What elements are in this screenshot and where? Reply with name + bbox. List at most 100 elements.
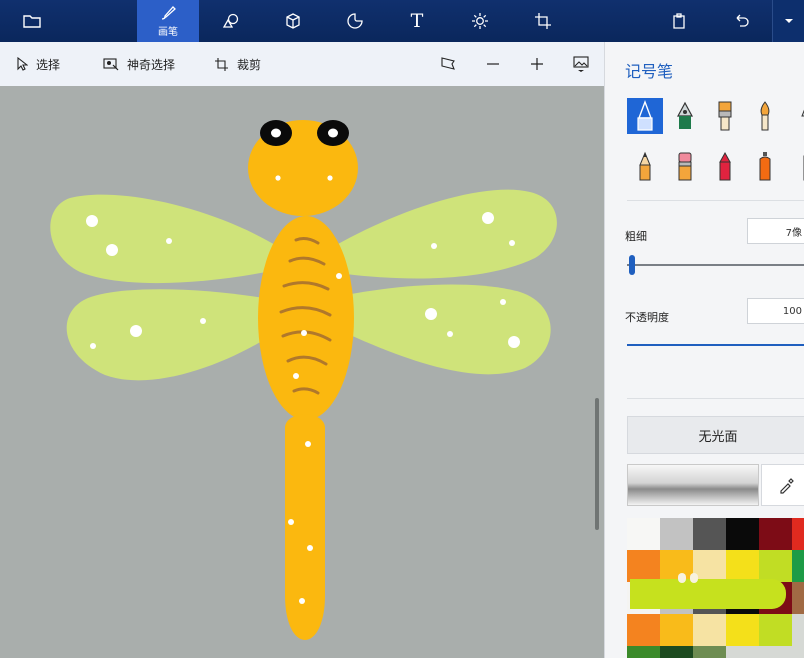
selection-toolbar: 选择 神奇选择 裁剪: [0, 42, 604, 87]
shapes-icon: [222, 13, 239, 28]
pencil-brush[interactable]: [627, 148, 663, 184]
eyedropper-button[interactable]: [761, 464, 804, 506]
text-tab[interactable]: T: [404, 0, 430, 42]
opacity-slider[interactable]: [627, 344, 804, 346]
watercolor-brush[interactable]: [747, 98, 783, 134]
image-options-button[interactable]: [573, 42, 597, 86]
crayon-brush[interactable]: [707, 148, 743, 184]
color-swatch[interactable]: [693, 614, 726, 646]
minus-icon: [487, 63, 499, 65]
color-swatch[interactable]: [726, 646, 759, 658]
crop-button[interactable]: 裁剪: [214, 42, 261, 86]
current-color-preview: [627, 464, 759, 506]
color-swatch[interactable]: [759, 646, 792, 658]
panel-title: 记号笔: [625, 62, 674, 81]
oil-brush-icon: [718, 101, 732, 131]
color-swatch[interactable]: [660, 646, 693, 658]
magic-select-button[interactable]: 神奇选择: [103, 42, 175, 86]
text-icon: T: [410, 10, 424, 32]
eraser-brush[interactable]: [667, 148, 703, 184]
top-toolbar: 画笔 T: [0, 0, 804, 42]
color-swatch[interactable]: [693, 646, 726, 658]
paste-button[interactable]: [666, 0, 692, 42]
more-button[interactable]: [772, 0, 804, 42]
brush-panel: 记号笔 粗细 7像 不透明度 100 无光面: [604, 42, 804, 658]
undo-button[interactable]: [728, 0, 754, 42]
eyedropper-icon: [780, 478, 794, 494]
crop-icon: [535, 13, 551, 29]
color-swatch[interactable]: [627, 518, 660, 550]
color-picker-overlay: [630, 573, 786, 609]
color-swatch[interactable]: [792, 518, 804, 550]
watercolor-icon: [760, 101, 770, 131]
opacity-label: 不透明度: [625, 311, 669, 324]
color-swatch[interactable]: [759, 550, 792, 582]
color-swatch[interactable]: [759, 518, 792, 550]
divider: [627, 398, 804, 399]
color-swatch[interactable]: [726, 518, 759, 550]
calligraphy-pen-icon: [676, 101, 694, 129]
flag-icon: [441, 57, 455, 70]
oil-brush[interactable]: [707, 98, 743, 134]
color-swatch[interactable]: [792, 614, 804, 646]
view-3d-button[interactable]: [440, 42, 464, 86]
color-swatch[interactable]: [660, 518, 693, 550]
2d-shapes-tab[interactable]: [218, 0, 244, 42]
pencil-icon: [639, 151, 651, 181]
color-swatch[interactable]: [627, 646, 660, 658]
crop-icon: [215, 57, 228, 71]
color-swatch[interactable]: [660, 614, 693, 646]
image-icon: [573, 56, 589, 72]
select-button[interactable]: 选择: [16, 42, 60, 86]
thickness-slider-track[interactable]: [627, 264, 804, 266]
fill-icon: [803, 155, 804, 181]
thickness-input[interactable]: 7像: [747, 218, 804, 244]
zoom-in-button[interactable]: [529, 42, 553, 86]
wing-upper-left: [50, 194, 298, 284]
color-swatch[interactable]: [792, 582, 804, 614]
color-swatch[interactable]: [726, 550, 759, 582]
color-swatch[interactable]: [627, 550, 660, 582]
thickness-label: 粗细: [625, 230, 647, 243]
crayon-icon: [719, 151, 731, 181]
marker-brush[interactable]: [627, 98, 663, 134]
marker-icon: [637, 100, 653, 131]
magic-select-icon: [103, 58, 119, 71]
cube-icon: [286, 13, 300, 29]
color-swatch[interactable]: [792, 550, 804, 582]
eraser-icon: [678, 152, 692, 181]
color-swatch[interactable]: [792, 646, 804, 658]
spray-can-brush[interactable]: [747, 148, 783, 184]
color-swatch[interactable]: [726, 614, 759, 646]
brushes-tab[interactable]: 画笔: [137, 0, 199, 42]
color-swatch[interactable]: [660, 550, 693, 582]
sun-icon: [472, 13, 488, 29]
fill-brush[interactable]: [787, 148, 804, 184]
color-swatch[interactable]: [759, 614, 792, 646]
paste-icon: [673, 13, 685, 29]
color-swatch[interactable]: [627, 614, 660, 646]
effects-tab[interactable]: [467, 0, 493, 42]
body: [248, 120, 358, 640]
pixel-pen-brush[interactable]: [787, 98, 804, 134]
zoom-out-button[interactable]: [485, 42, 509, 86]
drawing-canvas[interactable]: [0, 86, 604, 658]
open-menu-button[interactable]: [14, 0, 50, 42]
3d-shapes-tab[interactable]: [280, 0, 306, 42]
thickness-slider-thumb[interactable]: [629, 255, 635, 275]
opacity-input[interactable]: 100: [747, 298, 804, 324]
chevron-down-icon: [785, 19, 793, 23]
finish-button[interactable]: 无光面: [627, 416, 804, 454]
brushes-tab-label: 画笔: [158, 26, 178, 38]
color-swatch[interactable]: [693, 518, 726, 550]
divider: [627, 200, 804, 201]
vertical-scrollbar[interactable]: [595, 398, 599, 530]
cursor-icon: [17, 57, 28, 71]
pixel-pen-icon: [801, 109, 804, 117]
brush-icon: [161, 5, 176, 20]
canvas-tab[interactable]: [530, 0, 556, 42]
spray-can-icon: [759, 152, 771, 181]
sticker-icon: [347, 13, 363, 29]
stickers-tab[interactable]: [342, 0, 368, 42]
calligraphy-pen-brush[interactable]: [667, 98, 703, 134]
